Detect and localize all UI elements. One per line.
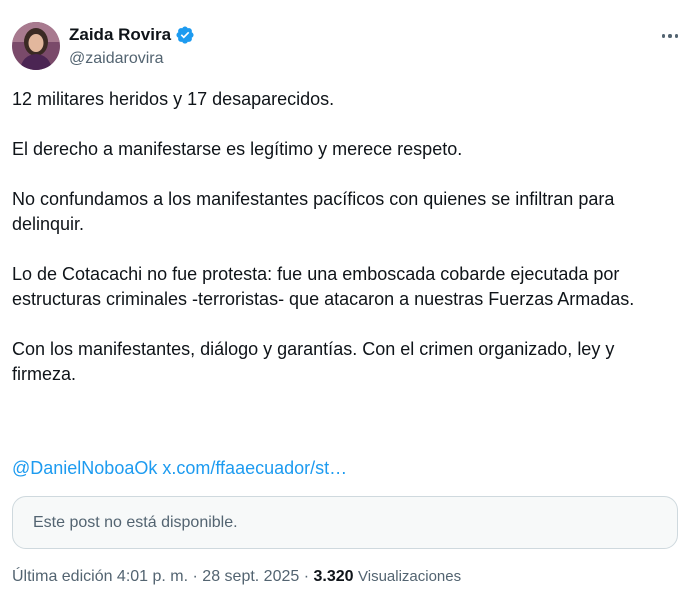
tweet-paragraph: Con los manifestantes, diálogo y garantí… <box>12 339 615 384</box>
author-handle[interactable]: @zaidarovira <box>69 50 164 68</box>
quoted-post-unavailable: Este post no está disponible. <box>12 496 678 549</box>
views-label: Visualizaciones <box>358 568 462 585</box>
more-options-icon[interactable] <box>653 24 687 48</box>
author-name[interactable]: Zaida Rovira <box>69 25 171 45</box>
tweet-paragraph: Lo de Cotacachi no fue protesta: fue una… <box>12 264 635 309</box>
tweet-meta: Última edición 4:01 p. m. · 28 sept. 202… <box>12 568 461 586</box>
mention-link[interactable]: @DanielNoboaOk <box>12 458 157 478</box>
tweet-header: Zaida Rovira @zaidarovira <box>12 22 687 72</box>
tweet-links: @DanielNoboaOk x.com/ffaaecuador/st… <box>12 456 347 481</box>
tweet-paragraph: 12 militares heridos y 17 desaparecidos. <box>12 89 335 109</box>
edited-timestamp[interactable]: Última edición 4:01 p. m. · 28 sept. 202… <box>12 568 309 585</box>
tweet-paragraph: El derecho a manifestarse es legítimo y … <box>12 139 463 159</box>
avatar[interactable] <box>12 22 60 70</box>
views-count: 3.320 <box>313 568 354 585</box>
url-link[interactable]: x.com/ffaaecuador/st… <box>162 458 347 478</box>
verified-badge-icon[interactable] <box>175 25 195 45</box>
unavailable-text: Este post no está disponible. <box>33 513 238 531</box>
tweet-paragraph: No confundamos a los manifestantes pacíf… <box>12 189 615 234</box>
tweet: Zaida Rovira @zaidarovira 12 militares h… <box>0 0 699 600</box>
author-name-row: Zaida Rovira <box>69 25 195 45</box>
tweet-text: 12 militares heridos y 17 desaparecidos.… <box>12 87 681 387</box>
